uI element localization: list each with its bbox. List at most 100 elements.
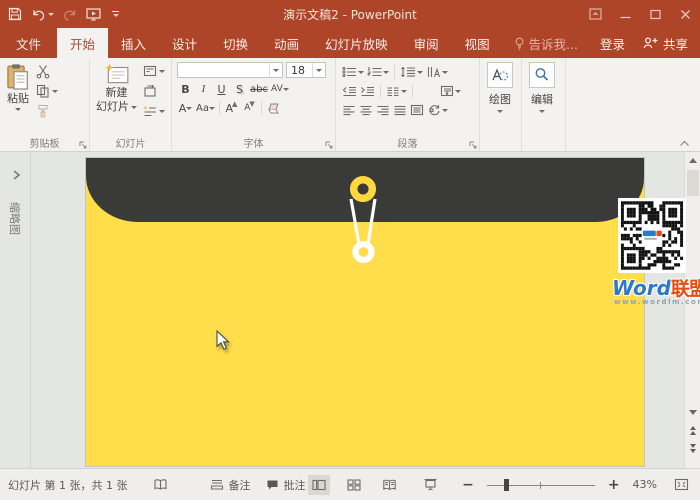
sign-in-button[interactable]: 登录 — [588, 28, 637, 58]
align-center-button[interactable] — [359, 105, 373, 116]
zoom-in-button[interactable]: + — [608, 480, 620, 490]
quick-access-toolbar — [0, 7, 119, 21]
zoom-slider[interactable] — [487, 479, 595, 491]
maximize-button[interactable] — [640, 0, 670, 28]
character-spacing-button[interactable]: AV — [270, 81, 290, 97]
comments-button[interactable]: 批注 — [266, 477, 305, 493]
bold-button[interactable]: B — [177, 81, 194, 97]
tab-insert[interactable]: 插入 — [108, 28, 159, 58]
columns-layout-button[interactable] — [410, 104, 424, 116]
drawing-button[interactable]: 绘图 — [482, 61, 518, 113]
next-slide-button[interactable] — [686, 441, 700, 456]
layout-button[interactable] — [143, 64, 165, 78]
divider — [412, 84, 413, 98]
zoom-percent[interactable]: 43% — [633, 478, 657, 491]
justify-icon — [393, 105, 407, 116]
scroll-down-button[interactable] — [686, 405, 700, 420]
view-normal-button[interactable] — [308, 475, 330, 495]
close-button[interactable] — [670, 0, 700, 28]
envelope-string-tie-shape[interactable] — [86, 158, 644, 466]
copy-button[interactable] — [36, 84, 58, 98]
notes-button[interactable]: 备注 — [210, 477, 250, 493]
paste-dropdown-icon[interactable] — [15, 108, 21, 111]
view-slideshow-button[interactable] — [419, 475, 441, 495]
tab-animations[interactable]: 动画 — [261, 28, 312, 58]
section-button[interactable] — [143, 104, 165, 118]
fit-slide-to-window-button[interactable] — [670, 475, 692, 495]
customize-qat-button[interactable] — [112, 11, 119, 17]
bullets-button[interactable] — [342, 66, 364, 78]
save-button[interactable] — [8, 7, 22, 21]
change-case-button[interactable]: Aa — [195, 100, 216, 116]
previous-slide-button[interactable] — [686, 423, 700, 438]
new-slide-button[interactable]: 新建 幻灯片 — [92, 61, 141, 136]
tab-file[interactable]: 文件 — [0, 28, 57, 58]
new-slide-icon — [104, 63, 130, 85]
minimize-button[interactable] — [610, 0, 640, 28]
tab-design[interactable]: 设计 — [159, 28, 210, 58]
ribbon-display-options-button[interactable] — [580, 0, 610, 28]
tell-me-box[interactable]: 告诉我... — [504, 28, 588, 58]
slide-canvas[interactable] — [86, 158, 644, 466]
font-size-combo[interactable]: 18 — [286, 62, 326, 78]
reset-slide-button[interactable] — [143, 84, 165, 98]
editing-button[interactable]: 编辑 — [524, 61, 560, 113]
text-direction-button[interactable] — [426, 66, 448, 78]
copy-icon — [36, 84, 50, 98]
increase-font-size-button[interactable]: A▲ — [223, 100, 240, 116]
tab-review[interactable]: 审阅 — [401, 28, 452, 58]
thumbnails-pane-collapsed[interactable]: 缩略图 — [0, 152, 31, 468]
columns-button[interactable] — [386, 86, 407, 97]
share-button[interactable]: 共享 — [637, 28, 700, 58]
slide-counter[interactable]: 幻灯片 第 1 张，共 1 张 — [8, 477, 127, 493]
align-text-button[interactable] — [440, 85, 461, 97]
justify-button[interactable] — [393, 105, 407, 116]
tab-home[interactable]: 开始 — [57, 28, 108, 58]
font-color-button[interactable]: A — [177, 100, 194, 116]
numbering-button[interactable] — [367, 66, 389, 78]
expand-thumbnails-chevron-icon[interactable] — [12, 170, 21, 180]
increase-indent-button[interactable] — [360, 86, 375, 97]
tab-slideshow[interactable]: 幻灯片放映 — [312, 28, 401, 58]
line-spacing-button[interactable] — [400, 66, 423, 78]
zoom-slider-thumb[interactable] — [504, 479, 509, 491]
decrease-font-size-button[interactable]: A▼ — [241, 100, 258, 116]
format-painter-button[interactable] — [36, 104, 58, 118]
undo-dropdown-icon[interactable] — [48, 13, 54, 16]
scrollbar-thumb[interactable] — [687, 170, 699, 196]
view-reading-button[interactable] — [378, 475, 400, 495]
clear-formatting-button[interactable] — [265, 100, 282, 116]
paragraph-dialog-launcher[interactable] — [469, 141, 477, 149]
text-shadow-button[interactable]: S — [231, 81, 248, 97]
tab-view[interactable]: 视图 — [452, 28, 503, 58]
font-size-dropdown-icon[interactable] — [312, 63, 325, 77]
tab-transitions[interactable]: 切换 — [210, 28, 261, 58]
scroll-up-button[interactable] — [686, 153, 700, 168]
spell-check-button[interactable] — [153, 478, 168, 491]
cut-button[interactable] — [36, 64, 58, 78]
zoom-out-button[interactable]: − — [462, 480, 474, 490]
start-slideshow-button[interactable] — [86, 7, 103, 21]
undo-button[interactable] — [31, 8, 54, 21]
redo-button[interactable] — [63, 8, 77, 21]
view-slide-sorter-button[interactable] — [343, 475, 365, 495]
clipboard-dialog-launcher[interactable] — [79, 141, 87, 149]
section-icon — [143, 105, 157, 118]
align-right-button[interactable] — [376, 105, 390, 116]
divider — [394, 65, 395, 79]
align-left-button[interactable] — [342, 105, 356, 116]
font-dialog-launcher[interactable] — [325, 141, 333, 149]
increase-indent-icon — [360, 86, 375, 97]
italic-button[interactable]: I — [195, 81, 212, 97]
strikethrough-button[interactable]: abc — [249, 81, 269, 97]
line-spacing-dropdown-icon — [417, 71, 423, 74]
underline-button[interactable]: U — [213, 81, 230, 97]
convert-smartart-button[interactable] — [427, 104, 448, 116]
decrease-indent-button[interactable] — [342, 86, 357, 97]
font-name-dropdown-icon[interactable] — [269, 63, 282, 77]
font-name-combo[interactable] — [177, 62, 283, 78]
scroll-down-icon — [689, 410, 697, 415]
paste-button[interactable]: 粘贴 — [2, 61, 34, 136]
collapse-ribbon-button[interactable] — [679, 140, 690, 147]
smartart-dropdown-icon — [442, 109, 448, 112]
